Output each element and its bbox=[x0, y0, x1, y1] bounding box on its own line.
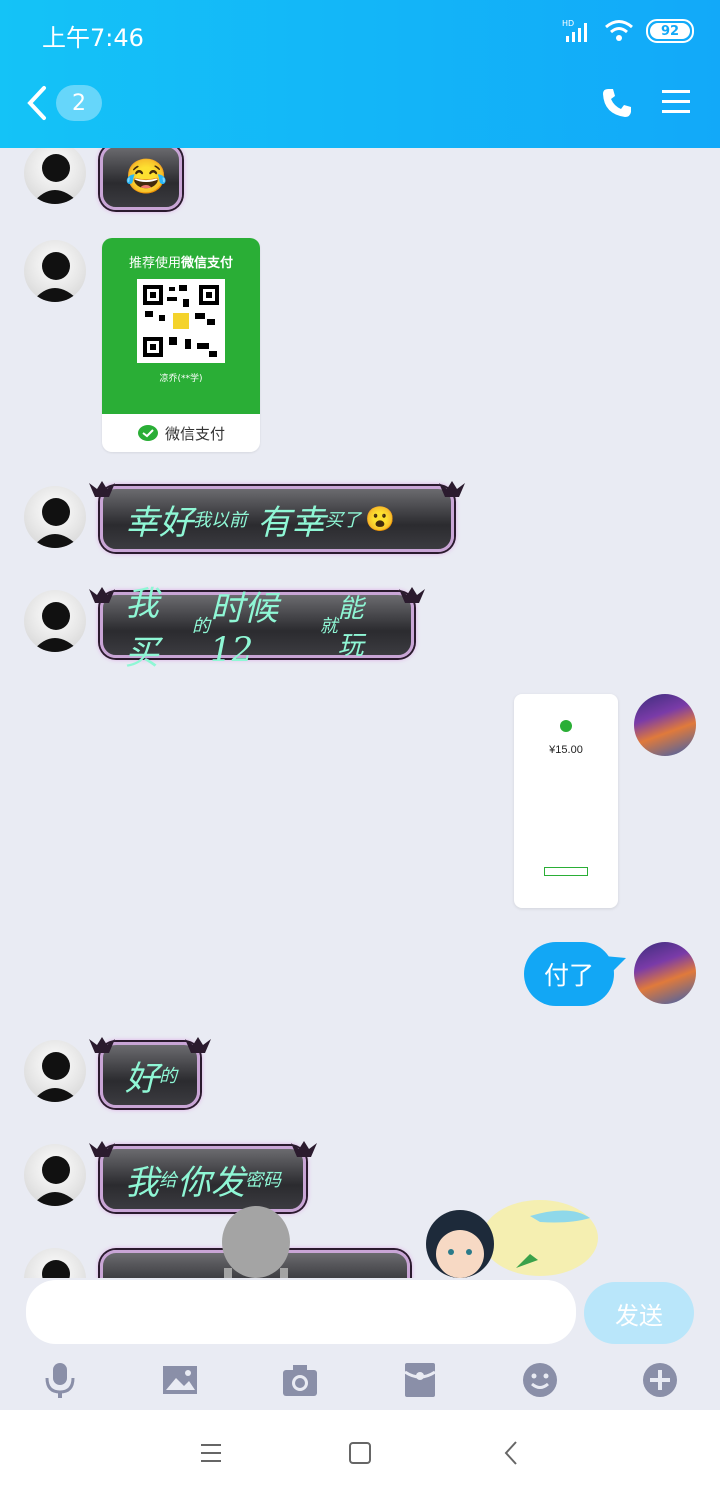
battery-level: 92 bbox=[660, 23, 680, 39]
system-nav-bar bbox=[0, 1410, 720, 1496]
send-button[interactable]: 发送 bbox=[584, 1282, 694, 1344]
unread-count-badge: 2 bbox=[56, 85, 102, 121]
chevron-left-icon bbox=[27, 86, 46, 120]
camera-icon[interactable] bbox=[280, 1360, 320, 1400]
bat-wing-icon bbox=[291, 1141, 317, 1157]
message-input[interactable] bbox=[26, 1280, 576, 1344]
message-bubble[interactable]: 我买的 时候12 就 能玩 bbox=[89, 584, 425, 673]
bat-wing-icon bbox=[439, 481, 465, 497]
message-bubble[interactable]: 😂 bbox=[100, 148, 182, 210]
emoji: 😮 bbox=[365, 505, 395, 533]
bat-wing-icon bbox=[89, 1141, 115, 1157]
contact-avatar[interactable] bbox=[24, 590, 86, 652]
chat-header: 上午7:46 HD 92 2 bbox=[0, 0, 720, 148]
signal-icon: HD bbox=[562, 19, 587, 42]
red-packet-icon[interactable] bbox=[400, 1360, 440, 1400]
message-bubble-mine[interactable]: 付了 bbox=[524, 942, 614, 1006]
bat-wing-icon bbox=[89, 1037, 115, 1053]
status-icons: HD 92 bbox=[562, 18, 694, 44]
wifi-icon bbox=[605, 20, 633, 41]
wechat-pay-icon bbox=[137, 425, 158, 441]
bat-wing-icon bbox=[185, 1037, 211, 1053]
message-list[interactable]: 😂 推荐使用微信支付 凉乔(**学) 微信支付 幸好 我以前 有幸 买了 😮 我… bbox=[0, 148, 720, 1278]
payment-screenshot-image[interactable]: ¥15.00 bbox=[514, 694, 618, 908]
my-avatar[interactable] bbox=[634, 942, 696, 1004]
contact-avatar[interactable] bbox=[24, 1144, 86, 1206]
status-time: 上午7:46 bbox=[42, 24, 144, 52]
contact-avatar[interactable] bbox=[24, 240, 86, 302]
hd-label: HD bbox=[562, 19, 574, 28]
pet-sticker-icon[interactable] bbox=[214, 1198, 298, 1278]
battery-icon: 92 bbox=[646, 19, 694, 43]
qr-code bbox=[137, 279, 225, 363]
my-avatar[interactable] bbox=[634, 694, 696, 756]
success-check-icon bbox=[560, 720, 572, 732]
bat-wing-icon bbox=[399, 587, 425, 603]
message-bubble[interactable]: 幸好 我以前 有幸 买了 😮 bbox=[89, 481, 465, 552]
phone-icon[interactable] bbox=[600, 86, 634, 120]
input-bar: 发送 bbox=[0, 1278, 720, 1410]
contact-avatar[interactable] bbox=[24, 1040, 86, 1102]
menu-icon[interactable] bbox=[660, 86, 692, 118]
back-button[interactable]: 2 bbox=[26, 84, 106, 122]
qr-title: 推荐使用微信支付 bbox=[128, 255, 234, 270]
home-icon[interactable] bbox=[345, 1438, 375, 1468]
message-bubble[interactable]: 好的 bbox=[89, 1037, 211, 1108]
character-sticker-icon[interactable] bbox=[420, 1198, 600, 1278]
back-icon[interactable] bbox=[496, 1438, 526, 1468]
contact-avatar[interactable] bbox=[24, 148, 86, 204]
emoji-icon[interactable] bbox=[520, 1360, 560, 1400]
plus-icon[interactable] bbox=[640, 1360, 680, 1400]
contact-avatar[interactable] bbox=[24, 1248, 86, 1278]
bat-wing-icon bbox=[89, 481, 115, 497]
done-button-thumbnail bbox=[544, 867, 588, 876]
payee-name: 凉乔(**学) bbox=[159, 374, 203, 384]
bat-wing-icon bbox=[89, 587, 115, 603]
payment-amount: ¥15.00 bbox=[549, 744, 583, 756]
recent-apps-icon[interactable] bbox=[196, 1438, 226, 1468]
microphone-icon[interactable] bbox=[40, 1360, 80, 1400]
contact-avatar[interactable] bbox=[24, 486, 86, 548]
wechat-pay-qr-card[interactable]: 推荐使用微信支付 凉乔(**学) 微信支付 bbox=[102, 238, 260, 452]
wechat-pay-label: 微信支付 bbox=[164, 425, 225, 443]
emoji: 😂 bbox=[125, 157, 168, 197]
image-icon[interactable] bbox=[160, 1360, 200, 1400]
